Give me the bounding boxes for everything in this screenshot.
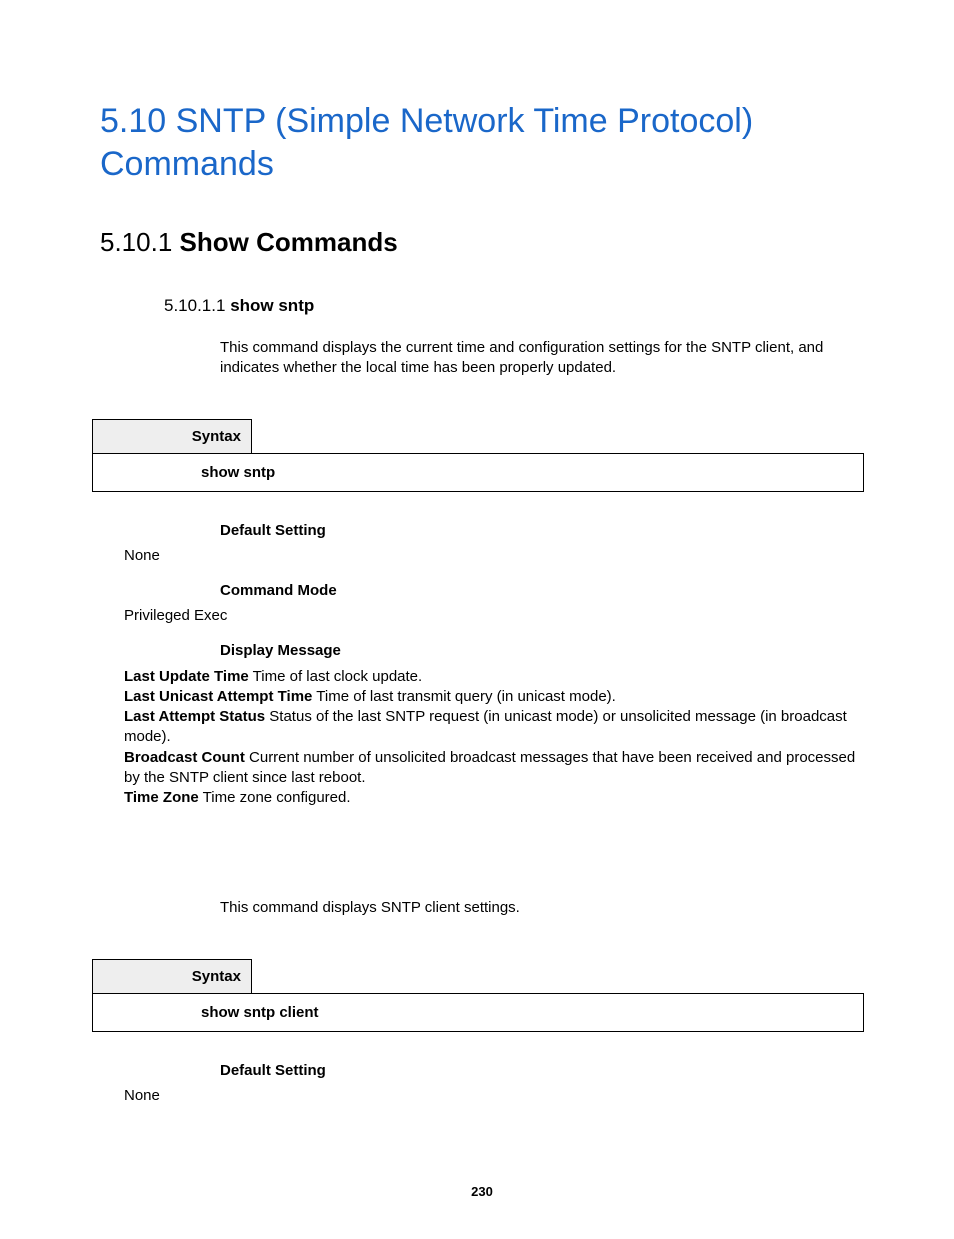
heading-level-1: 5.10 SNTP (Simple Network Time Protocol)… xyxy=(100,100,864,185)
heading2-number: 5.10.1 xyxy=(100,227,172,257)
heading2-title: Show Commands xyxy=(180,227,398,257)
message-term: Broadcast Count xyxy=(124,749,245,766)
default-setting-label: Default Setting xyxy=(220,522,864,539)
message-term: Last Unicast Attempt Time xyxy=(124,688,312,705)
display-message-list: Last Update Time Time of last clock upda… xyxy=(124,667,864,809)
message-desc: Time of last clock update. xyxy=(253,668,423,685)
heading-level-2: 5.10.1 Show Commands xyxy=(100,227,864,258)
display-message-item: Last Unicast Attempt Time Time of last t… xyxy=(124,687,864,707)
message-term: Time Zone xyxy=(124,789,199,806)
command-mode-value: Privileged Exec xyxy=(124,607,864,624)
message-desc: Time of last transmit query (in unicast … xyxy=(316,688,616,705)
syntax-text: show sntp xyxy=(92,453,864,492)
heading3-number: 5.10.1.1 xyxy=(164,296,225,315)
message-desc: Time zone configured. xyxy=(203,789,351,806)
command-description: This command displays SNTP client settin… xyxy=(220,898,864,918)
heading3-title: show sntp xyxy=(230,296,314,315)
spacer xyxy=(100,808,864,898)
syntax-block: Syntax show sntp client xyxy=(100,959,864,1032)
command-description: This command displays the current time a… xyxy=(220,338,864,379)
syntax-header: Syntax xyxy=(92,959,252,994)
display-message-item: Broadcast Count Current number of unsoli… xyxy=(124,748,864,789)
default-setting-value: None xyxy=(124,547,864,564)
syntax-header: Syntax xyxy=(92,419,252,454)
page-number: 230 xyxy=(100,1184,864,1199)
display-message-label: Display Message xyxy=(220,642,864,659)
display-message-item: Last Update Time Time of last clock upda… xyxy=(124,667,864,687)
display-message-item: Time Zone Time zone configured. xyxy=(124,788,864,808)
command-mode-label: Command Mode xyxy=(220,582,864,599)
default-setting-label: Default Setting xyxy=(220,1062,864,1079)
syntax-text: show sntp client xyxy=(92,993,864,1032)
default-setting-value: None xyxy=(124,1087,864,1104)
message-term: Last Update Time xyxy=(124,668,249,685)
display-message-item: Last Attempt Status Status of the last S… xyxy=(124,707,864,748)
message-term: Last Attempt Status xyxy=(124,708,265,725)
document-page: 5.10 SNTP (Simple Network Time Protocol)… xyxy=(0,0,954,1239)
heading-level-3: 5.10.1.1 show sntp xyxy=(164,296,864,316)
syntax-block: Syntax show sntp xyxy=(100,419,864,492)
